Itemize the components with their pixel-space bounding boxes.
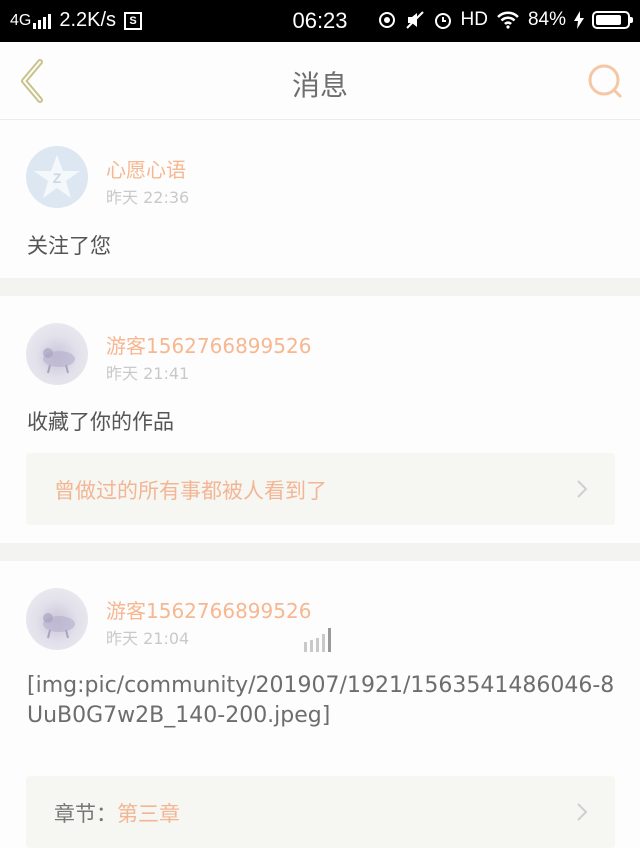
network-speed: 2.2K/s — [59, 9, 117, 31]
message-list: Z 心愿心语 昨天 22:36 关注了您 游客1562766899526 昨天 … — [0, 120, 640, 848]
timestamp: 昨天 22:36 — [106, 188, 190, 207]
eye-protect-icon — [378, 12, 395, 28]
header: 消息 — [0, 42, 640, 120]
username[interactable]: 游客1562766899526 — [106, 595, 311, 624]
default-avatar-icon: Z — [34, 155, 80, 198]
battery-icon — [592, 11, 633, 29]
chapter-label: 章节： — [54, 802, 117, 826]
network-type: 4G — [10, 11, 32, 29]
chevron-right-icon — [577, 803, 588, 821]
battery-percent: 84% — [527, 9, 566, 30]
status-bar: 4G 2.2K/s S 06:23 HD 84% — [0, 0, 640, 42]
search-icon[interactable] — [584, 60, 626, 102]
message-body: [img:pic/community/201907/1921/156354148… — [27, 673, 615, 728]
page-title: 消息 — [291, 69, 348, 102]
user-photo-icon — [43, 613, 75, 639]
chapter-info: 章节：第三章 — [54, 798, 180, 828]
sim-badge: S — [124, 11, 143, 30]
wifi-icon — [497, 11, 519, 29]
loading-indicator — [304, 628, 331, 652]
network-indicator: 4G — [10, 11, 52, 30]
signal-icon — [33, 13, 52, 29]
mute-icon — [405, 11, 424, 29]
back-button[interactable] — [14, 56, 54, 106]
avatar[interactable] — [26, 588, 88, 650]
divider — [0, 543, 640, 561]
chapter-value: 第三章 — [117, 802, 180, 826]
message-item: 游客1562766899526 昨天 21:41 收藏了你的作品 曾做过的所有事… — [0, 296, 640, 543]
action-text: 收藏了你的作品 — [27, 410, 174, 434]
divider — [0, 278, 640, 296]
charging-icon — [574, 11, 584, 29]
timestamp: 昨天 21:41 — [106, 364, 190, 383]
status-right: HD 84% — [377, 9, 633, 31]
chapter-link[interactable]: 章节：第三章 — [26, 776, 615, 848]
username[interactable]: 游客1562766899526 — [106, 330, 311, 359]
svg-text:Z: Z — [53, 170, 62, 186]
alarm-icon — [434, 13, 451, 29]
battery-level — [596, 15, 622, 25]
user-photo-icon — [43, 348, 75, 374]
action-text: 关注了您 — [27, 234, 111, 258]
work-title: 曾做过的所有事都被人看到了 — [54, 479, 327, 503]
chevron-right-icon — [577, 480, 588, 498]
status-left: 4G 2.2K/s S — [10, 9, 143, 32]
work-link[interactable]: 曾做过的所有事都被人看到了 — [26, 453, 615, 525]
hd-badge: HD — [460, 9, 488, 30]
message-item: Z 心愿心语 昨天 22:36 关注了您 — [0, 120, 640, 278]
avatar[interactable]: Z — [26, 146, 88, 208]
message-item: 游客1562766899526 昨天 21:04 [img:pic/commun… — [0, 561, 640, 848]
avatar[interactable] — [26, 323, 88, 385]
timestamp: 昨天 21:04 — [106, 629, 190, 648]
username[interactable]: 心愿心语 — [106, 154, 186, 183]
